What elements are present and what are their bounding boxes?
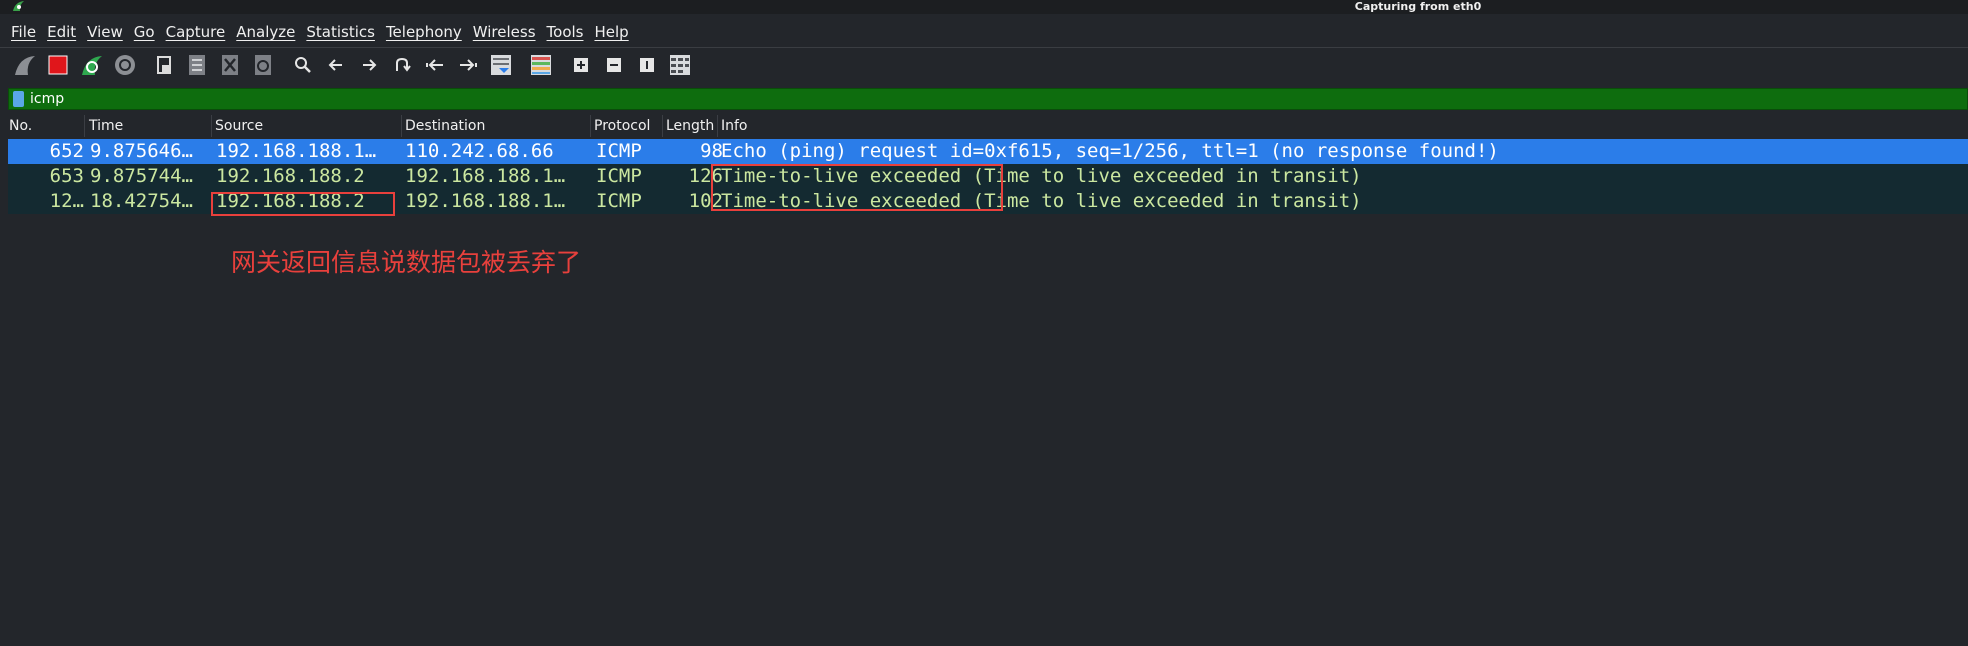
- column-header-no[interactable]: No.: [6, 115, 85, 137]
- close-file-icon[interactable]: [217, 52, 243, 78]
- packet-row[interactable]: 652 9.875646… 192.168.188.1… 110.242.68.…: [8, 139, 1968, 164]
- column-header-length[interactable]: Length: [663, 115, 718, 137]
- column-header-protocol[interactable]: Protocol: [591, 115, 663, 137]
- display-filter-input[interactable]: [30, 89, 1930, 109]
- back-arrow-icon[interactable]: [323, 52, 349, 78]
- shark-fin-start-icon[interactable]: [12, 52, 38, 78]
- packet-time: 9.875744…: [90, 165, 193, 187]
- last-packet-icon[interactable]: [455, 52, 481, 78]
- packet-protocol: ICMP: [596, 165, 642, 187]
- packet-protocol: ICMP: [596, 190, 642, 212]
- restart-capture-icon[interactable]: [79, 52, 105, 78]
- open-file-icon[interactable]: [151, 52, 177, 78]
- annotation-box-ttl-info: [711, 164, 1003, 211]
- packet-destination: 192.168.188.1…: [405, 190, 566, 212]
- menu-statistics[interactable]: Statistics: [306, 23, 375, 41]
- column-header-source[interactable]: Source: [212, 115, 402, 137]
- auto-scroll-icon[interactable]: [488, 52, 514, 78]
- menu-bar: File Edit View Go Capture Analyze Statis…: [0, 17, 1968, 47]
- packet-destination: 192.168.188.1…: [405, 165, 566, 187]
- bookmark-icon[interactable]: [13, 91, 24, 107]
- packet-no: 12…: [49, 190, 84, 212]
- main-toolbar: [0, 47, 1968, 82]
- resize-columns-icon[interactable]: [667, 52, 693, 78]
- wireshark-window: Capturing from eth0 File Edit View Go Ca…: [0, 0, 1968, 646]
- packet-list-header: No. Time Source Destination Protocol Len…: [0, 115, 1968, 137]
- go-to-packet-icon[interactable]: [389, 52, 415, 78]
- annotation-box-source: [211, 192, 395, 216]
- menu-analyze[interactable]: Analyze: [236, 23, 295, 41]
- menu-go[interactable]: Go: [134, 23, 155, 41]
- save-file-icon[interactable]: [184, 52, 210, 78]
- packet-no: 652: [49, 140, 84, 162]
- column-header-time[interactable]: Time: [86, 115, 212, 137]
- menu-file[interactable]: File: [11, 23, 36, 41]
- search-icon[interactable]: [290, 52, 316, 78]
- packet-info: Echo (ping) request id=0xf615, seq=1/256…: [721, 140, 1499, 162]
- colorize-icon[interactable]: [528, 52, 554, 78]
- packet-source: 192.168.188.2: [216, 165, 365, 187]
- forward-arrow-icon[interactable]: [356, 52, 382, 78]
- menu-tools[interactable]: Tools: [547, 23, 584, 41]
- column-header-info[interactable]: Info: [718, 115, 1968, 137]
- menu-view[interactable]: View: [87, 23, 123, 41]
- packet-length: 98: [700, 140, 723, 162]
- zoom-in-icon[interactable]: [568, 52, 594, 78]
- packet-no: 653: [49, 165, 84, 187]
- zoom-out-icon[interactable]: [601, 52, 627, 78]
- packet-time: 9.875646…: [90, 140, 193, 162]
- menu-telephony[interactable]: Telephony: [386, 23, 462, 41]
- packet-protocol: ICMP: [596, 140, 642, 162]
- menu-edit[interactable]: Edit: [47, 23, 76, 41]
- first-packet-icon[interactable]: [422, 52, 448, 78]
- stop-capture-icon[interactable]: [45, 52, 71, 78]
- menu-help[interactable]: Help: [594, 23, 628, 41]
- menu-wireless[interactable]: Wireless: [473, 23, 536, 41]
- packet-destination: 110.242.68.66: [405, 140, 554, 162]
- menu-capture[interactable]: Capture: [166, 23, 226, 41]
- window-title: Capturing from eth0: [1354, 0, 1482, 13]
- packet-time: 18.42754…: [90, 190, 193, 212]
- reload-file-icon[interactable]: [250, 52, 276, 78]
- packet-source: 192.168.188.1…: [216, 140, 377, 162]
- normal-size-icon[interactable]: [634, 52, 660, 78]
- capture-options-icon[interactable]: [112, 52, 138, 78]
- column-header-destination[interactable]: Destination: [402, 115, 591, 137]
- annotation-text: 网关返回信息说数据包被丢弃了: [231, 248, 582, 277]
- display-filter-bar: [8, 88, 1968, 110]
- title-bar: Capturing from eth0: [0, 0, 1968, 14]
